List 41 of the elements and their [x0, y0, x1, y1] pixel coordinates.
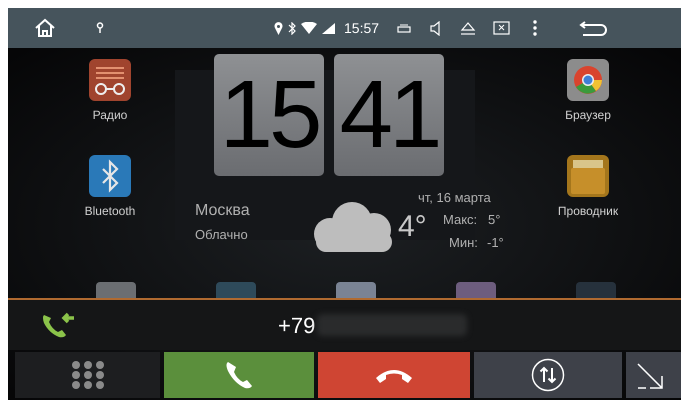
radio-icon[interactable]: [88, 58, 132, 102]
weather-min-value: -1°: [487, 234, 504, 252]
home-icon[interactable]: [34, 18, 56, 38]
swap-arrows-icon: [531, 358, 565, 392]
bluetooth-app-icon[interactable]: [88, 154, 132, 198]
clock-hours: 15: [214, 54, 324, 176]
keypad-button[interactable]: [15, 352, 160, 398]
incoming-call-icon: [40, 311, 76, 339]
clock-minutes: 41: [334, 54, 444, 176]
volume-icon[interactable]: [430, 20, 442, 36]
weather-city: Москва: [195, 201, 250, 221]
signal-icon: [322, 22, 335, 34]
status-time: 15:57: [344, 18, 380, 38]
weather-max-value: 5°: [488, 211, 500, 229]
more-icon[interactable]: [533, 20, 538, 36]
screen-close-icon[interactable]: [493, 20, 510, 36]
back-icon[interactable]: [579, 20, 608, 36]
keypad-icon: [70, 360, 104, 390]
app-label[interactable]: Проводник: [558, 202, 618, 220]
app-label[interactable]: Радио: [92, 106, 128, 124]
recent-apps-icon[interactable]: [397, 24, 412, 32]
weather-temperature: 4°: [398, 212, 427, 242]
bluetooth-icon: [288, 22, 296, 34]
app-label[interactable]: Bluetooth: [84, 202, 136, 220]
usb-icon: [96, 22, 104, 34]
caller-number: +79: [278, 312, 316, 340]
app-label[interactable]: Браузер: [565, 106, 611, 124]
weather-max-label: Макс:: [443, 211, 478, 229]
folder-icon[interactable]: [566, 154, 610, 198]
weather-date: чт, 16 марта: [418, 189, 491, 207]
hang-up-button[interactable]: [318, 352, 470, 398]
answer-button[interactable]: [164, 352, 314, 398]
eject-icon[interactable]: [460, 22, 476, 34]
browser-icon[interactable]: [566, 58, 610, 102]
weather-min-label: Мин:: [449, 234, 478, 252]
wifi-icon: [301, 22, 317, 34]
phone-icon: [224, 360, 254, 390]
location-icon: [274, 22, 283, 34]
weather-condition: Облачно: [195, 226, 248, 244]
switch-button[interactable]: [474, 352, 622, 398]
minimize-button[interactable]: [626, 352, 681, 398]
